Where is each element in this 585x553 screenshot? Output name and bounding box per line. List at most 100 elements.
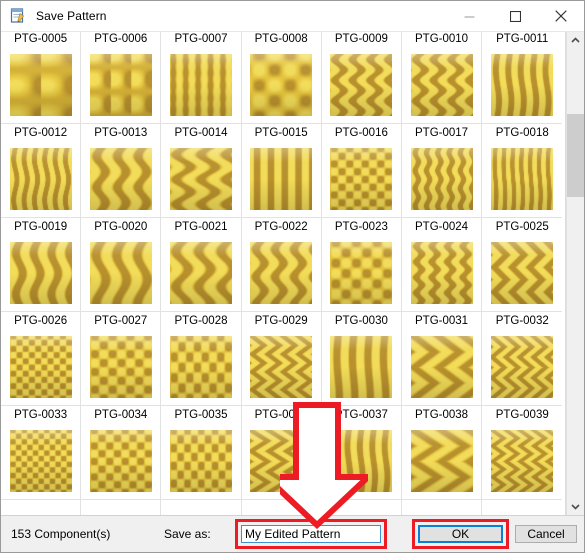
- pattern-browser: PTG-0005 PTG-0006 PTG-0007 PTG-0008 PTG-0009…: [1, 32, 584, 515]
- pattern-thumbnail[interactable]: [89, 54, 152, 116]
- pattern-cell[interactable]: [482, 500, 563, 515]
- pattern-cell[interactable]: PTG-0010: [401, 32, 483, 124]
- pattern-cell[interactable]: [161, 500, 242, 515]
- pattern-cell[interactable]: PTG-0018: [482, 124, 563, 218]
- pattern-thumbnail[interactable]: [330, 242, 393, 304]
- pattern-cell[interactable]: PTG-0008: [241, 32, 322, 124]
- pattern-cell[interactable]: PTG-0009: [321, 32, 402, 124]
- pattern-swatch-canvas: [169, 148, 232, 210]
- pattern-thumbnail[interactable]: [491, 148, 554, 210]
- pattern-thumbnail[interactable]: [169, 148, 232, 210]
- pattern-cell[interactable]: PTG-0011: [482, 32, 563, 124]
- pattern-cell[interactable]: PTG-0038: [401, 406, 483, 500]
- scrollbar-track[interactable]: [567, 49, 584, 498]
- pattern-cell[interactable]: PTG-0016: [321, 124, 402, 218]
- pattern-thumbnail[interactable]: [330, 54, 393, 116]
- minimize-button[interactable]: [446, 1, 492, 31]
- pattern-swatch-canvas: [330, 54, 393, 116]
- cancel-button-label: Cancel: [527, 527, 565, 541]
- pattern-cell[interactable]: PTG-0014: [161, 124, 242, 218]
- pattern-thumbnail[interactable]: [9, 54, 72, 116]
- pattern-thumbnail[interactable]: [250, 148, 313, 210]
- pattern-cell[interactable]: PTG-0005: [1, 32, 82, 124]
- pattern-cell[interactable]: PTG-0013: [81, 124, 162, 218]
- pattern-thumbnail[interactable]: [410, 336, 473, 398]
- ok-button-label: OK: [451, 527, 470, 541]
- pattern-thumbnail[interactable]: [89, 148, 152, 210]
- pattern-cell[interactable]: PTG-0026: [1, 312, 82, 406]
- ok-button[interactable]: OK: [418, 525, 503, 543]
- pattern-thumbnail[interactable]: [9, 148, 72, 210]
- maximize-button[interactable]: [492, 1, 538, 31]
- pattern-thumbnail[interactable]: [89, 336, 152, 398]
- status-bar: 153 Component(s) Save as: OK Cancel: [1, 515, 584, 552]
- pattern-cell[interactable]: PTG-0030: [321, 312, 402, 406]
- pattern-thumbnail[interactable]: [410, 430, 473, 492]
- pattern-cell[interactable]: PTG-0039: [482, 406, 563, 500]
- scroll-up-button[interactable]: [567, 32, 584, 49]
- component-count-label: 153 Component(s): [11, 527, 111, 541]
- pattern-thumbnail[interactable]: [250, 242, 313, 304]
- pattern-thumbnail[interactable]: [491, 54, 554, 116]
- pattern-thumbnail[interactable]: [410, 242, 473, 304]
- pattern-thumbnail[interactable]: [250, 54, 313, 116]
- pattern-thumbnail[interactable]: [250, 430, 313, 492]
- pattern-thumbnail[interactable]: [169, 242, 232, 304]
- pattern-label: PTG-0036: [254, 409, 308, 421]
- pattern-cell[interactable]: PTG-0036: [241, 406, 322, 500]
- pattern-cell[interactable]: PTG-0037: [321, 406, 402, 500]
- pattern-thumbnail[interactable]: [9, 336, 72, 398]
- pattern-cell[interactable]: PTG-0025: [482, 218, 563, 312]
- pattern-thumbnail[interactable]: [410, 54, 473, 116]
- scrollbar-thumb[interactable]: [567, 114, 584, 198]
- scroll-down-button[interactable]: [567, 498, 584, 515]
- pattern-cell[interactable]: PTG-0031: [401, 312, 483, 406]
- pattern-cell[interactable]: PTG-0019: [1, 218, 82, 312]
- pattern-thumbnail[interactable]: [491, 242, 554, 304]
- pattern-cell[interactable]: PTG-0017: [401, 124, 483, 218]
- pattern-cell[interactable]: PTG-0022: [241, 218, 322, 312]
- pattern-row: PTG-0005 PTG-0006 PTG-0007 PTG-0008 PTG-0009…: [1, 32, 565, 124]
- pattern-cell[interactable]: PTG-0033: [1, 406, 82, 500]
- pattern-thumbnail[interactable]: [169, 336, 232, 398]
- cancel-button[interactable]: Cancel: [515, 525, 577, 543]
- pattern-thumbnail[interactable]: [89, 242, 152, 304]
- pattern-swatch-canvas: [250, 54, 313, 116]
- pattern-thumbnail[interactable]: [330, 430, 393, 492]
- pattern-cell[interactable]: PTG-0028: [161, 312, 242, 406]
- pattern-cell[interactable]: PTG-0027: [81, 312, 162, 406]
- pattern-grid-viewport[interactable]: PTG-0005 PTG-0006 PTG-0007 PTG-0008 PTG-0009…: [1, 32, 566, 515]
- pattern-cell[interactable]: [81, 500, 162, 515]
- pattern-cell[interactable]: PTG-0029: [241, 312, 322, 406]
- pattern-thumbnail[interactable]: [491, 336, 554, 398]
- pattern-cell[interactable]: PTG-0020: [81, 218, 162, 312]
- pattern-thumbnail[interactable]: [250, 336, 313, 398]
- pattern-cell[interactable]: PTG-0032: [482, 312, 563, 406]
- pattern-cell[interactable]: [241, 500, 322, 515]
- pattern-cell[interactable]: PTG-0015: [241, 124, 322, 218]
- pattern-name-input[interactable]: [241, 525, 381, 543]
- pattern-cell[interactable]: PTG-0035: [161, 406, 242, 500]
- pattern-cell[interactable]: [401, 500, 483, 515]
- pattern-thumbnail[interactable]: [491, 430, 554, 492]
- pattern-cell[interactable]: PTG-0007: [161, 32, 242, 124]
- close-button[interactable]: [538, 1, 584, 31]
- pattern-thumbnail[interactable]: [330, 148, 393, 210]
- pattern-cell[interactable]: PTG-0024: [401, 218, 483, 312]
- pattern-thumbnail[interactable]: [410, 148, 473, 210]
- pattern-thumbnail[interactable]: [169, 54, 232, 116]
- pattern-cell[interactable]: PTG-0012: [1, 124, 82, 218]
- pattern-cell[interactable]: PTG-0023: [321, 218, 402, 312]
- pattern-label: PTG-0012: [14, 127, 68, 139]
- pattern-thumbnail[interactable]: [89, 430, 152, 492]
- pattern-cell[interactable]: PTG-0021: [161, 218, 242, 312]
- pattern-cell[interactable]: PTG-0006: [81, 32, 162, 124]
- pattern-cell[interactable]: [321, 500, 402, 515]
- pattern-cell[interactable]: [1, 500, 82, 515]
- pattern-thumbnail[interactable]: [330, 336, 393, 398]
- pattern-thumbnail[interactable]: [169, 430, 232, 492]
- pattern-cell[interactable]: PTG-0034: [81, 406, 162, 500]
- pattern-thumbnail[interactable]: [9, 242, 72, 304]
- pattern-thumbnail[interactable]: [9, 430, 72, 492]
- vertical-scrollbar[interactable]: [566, 32, 584, 515]
